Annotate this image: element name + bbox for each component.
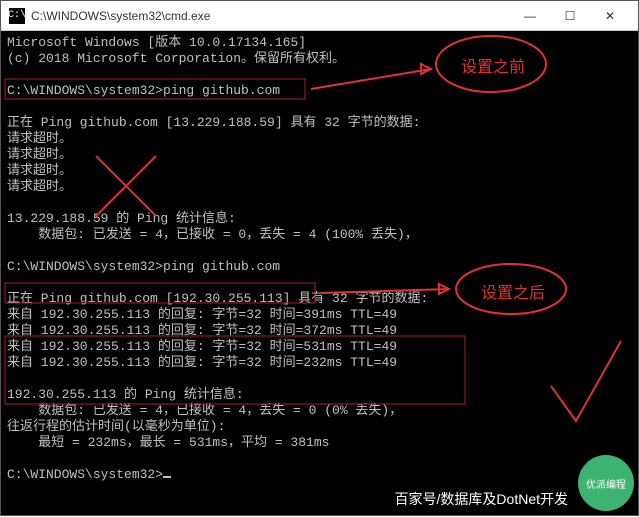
stats-detail: 数据包: 已发送 = 4，已接收 = 4，丢失 = 0 (0% 丢失)， (7, 403, 402, 418)
reply-line: 来自 192.30.255.113 的回复: 字节=32 时间=391ms TT… (7, 307, 397, 322)
reply-line: 来自 192.30.255.113 的回复: 字节=32 时间=232ms TT… (7, 355, 397, 370)
reply-line: 来自 192.30.255.113 的回复: 字节=32 时间=372ms TT… (7, 323, 397, 338)
timeout-line: 请求超时。 (7, 131, 72, 146)
stats-title: 192.30.255.113 的 Ping 统计信息: (7, 387, 244, 402)
rtt-title: 往返行程的估计时间(以毫秒为单位): (7, 419, 225, 434)
prompt: C:\WINDOWS\system32> (7, 83, 163, 98)
window-controls: — ☐ ✕ (510, 1, 630, 31)
close-button[interactable]: ✕ (590, 1, 630, 31)
timeout-line: 请求超时。 (7, 163, 72, 178)
ping-header: 正在 Ping github.com [13.229.188.59] 具有 32… (7, 115, 420, 130)
stats-detail: 数据包: 已发送 = 4，已接收 = 0，丢失 = 4 (100% 丢失)， (7, 227, 418, 242)
command-input: ping github.com (163, 259, 280, 274)
version-line: Microsoft Windows [版本 10.0.17134.165] (7, 35, 306, 50)
prompt: C:\WINDOWS\system32> (7, 467, 163, 482)
copyright-line: (c) 2018 Microsoft Corporation。保留所有权利。 (7, 51, 345, 66)
terminal-area[interactable]: Microsoft Windows [版本 10.0.17134.165] (c… (1, 31, 638, 515)
rtt-detail: 最短 = 232ms，最长 = 531ms，平均 = 381ms (7, 435, 329, 450)
command-input: ping github.com (163, 83, 280, 98)
annotation-after: 设置之后 (481, 279, 545, 303)
minimize-button[interactable]: — (510, 1, 550, 31)
ping-header: 正在 Ping github.com [192.30.255.113] 具有 3… (7, 291, 428, 306)
cmd-icon: C:\ (9, 8, 25, 24)
window-title: C:\WINDOWS\system32\cmd.exe (31, 9, 510, 23)
titlebar[interactable]: C:\ C:\WINDOWS\system32\cmd.exe — ☐ ✕ (1, 1, 638, 31)
prompt: C:\WINDOWS\system32> (7, 259, 163, 274)
annotation-before: 设置之前 (461, 53, 525, 77)
maximize-button[interactable]: ☐ (550, 1, 590, 31)
cursor (163, 476, 171, 478)
watermark-logo: 优派编程 (578, 455, 634, 511)
stats-title: 13.229.188.59 的 Ping 统计信息: (7, 211, 236, 226)
cmd-window: C:\ C:\WINDOWS\system32\cmd.exe — ☐ ✕ Mi… (0, 0, 639, 516)
timeout-line: 请求超时。 (7, 147, 72, 162)
timeout-line: 请求超时。 (7, 179, 72, 194)
reply-line: 来自 192.30.255.113 的回复: 字节=32 时间=531ms TT… (7, 339, 397, 354)
watermark-text: 百家号/数据库及DotNet开发 (395, 489, 568, 509)
